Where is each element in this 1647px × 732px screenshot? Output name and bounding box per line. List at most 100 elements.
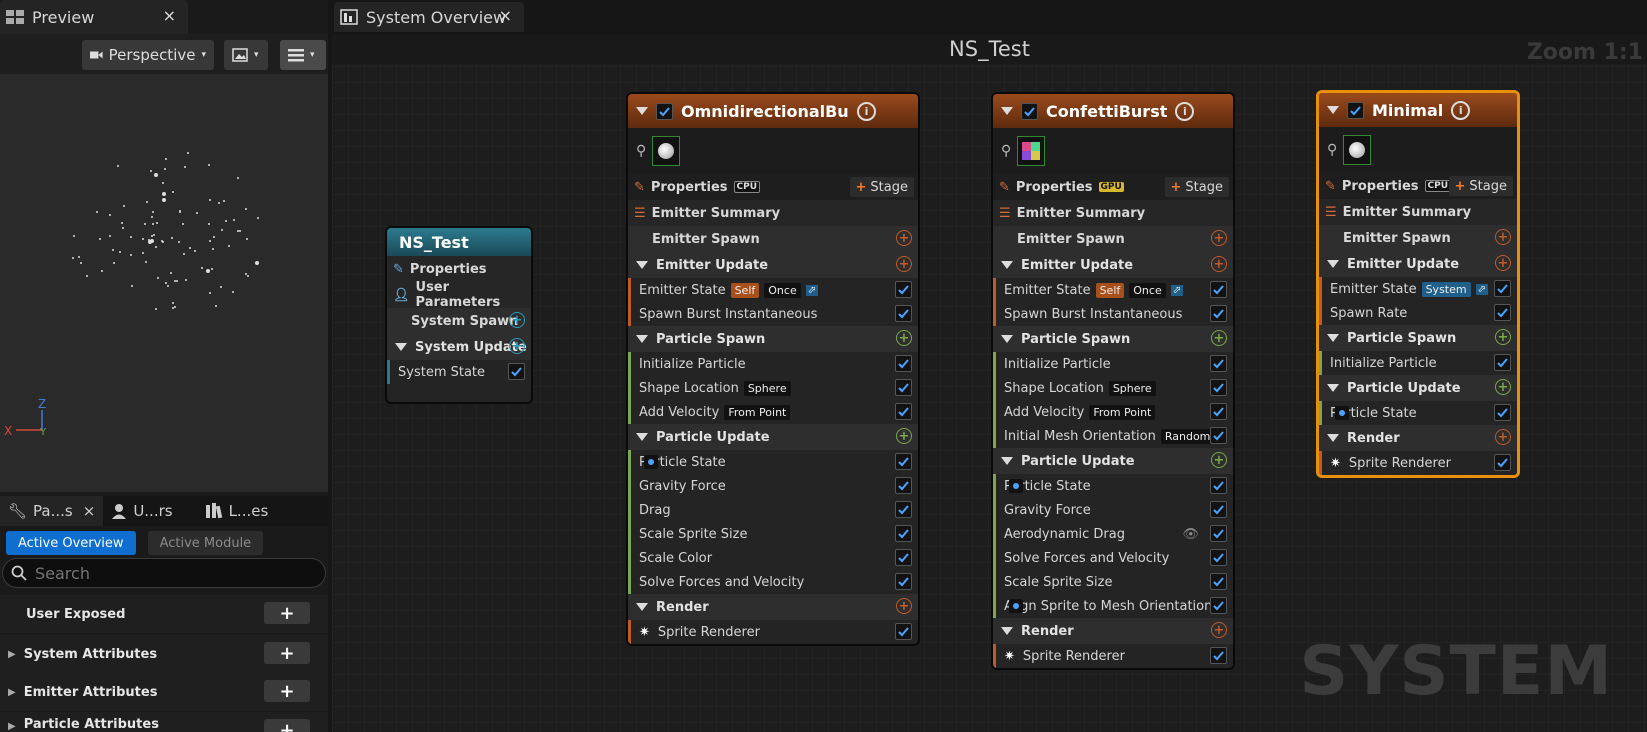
- enable-checkbox[interactable]: [895, 379, 912, 396]
- emitter-header[interactable]: OmnidirectionalBurst i: [628, 94, 918, 128]
- curve-icon[interactable]: ⬀: [1170, 284, 1184, 296]
- enable-checkbox[interactable]: [1494, 404, 1511, 421]
- particle-attributes-row[interactable]: ▶ Particle Attributes +: [0, 712, 328, 732]
- collapse-icon[interactable]: [395, 343, 407, 351]
- add-module-icon[interactable]: +: [1495, 329, 1511, 345]
- enable-checkbox[interactable]: [1210, 525, 1227, 542]
- module-particle-spawn[interactable]: Initialize Particle: [628, 352, 918, 376]
- expand-icon[interactable]: ▶: [8, 721, 16, 732]
- add-module-icon[interactable]: +: [896, 330, 912, 346]
- emitter-header[interactable]: Minimal i: [1319, 93, 1517, 127]
- emitter-spawn-section[interactable]: Emitter Spawn +: [993, 226, 1233, 252]
- enable-checkbox[interactable]: [1210, 573, 1227, 590]
- close-icon[interactable]: ×: [499, 6, 512, 25]
- tab-users[interactable]: U...rs: [103, 496, 180, 526]
- enable-checkbox[interactable]: [895, 549, 912, 566]
- close-icon[interactable]: ×: [163, 6, 176, 25]
- emitter-header[interactable]: ConfettiBurst i: [993, 94, 1233, 128]
- enable-checkbox[interactable]: [1210, 477, 1227, 494]
- emitter-summary[interactable]: ☰ Emitter Summary: [1319, 199, 1517, 225]
- emitter-enable-checkbox[interactable]: [1021, 102, 1038, 120]
- add-stage-button[interactable]: + Stage: [849, 177, 914, 197]
- module-particle-spawn[interactable]: Shape Location Sphere: [993, 376, 1233, 400]
- tab-parameters[interactable]: 🔧︎ Pa...s ×: [0, 496, 104, 526]
- system-attributes-row[interactable]: ▶ System Attributes +: [0, 635, 328, 673]
- emitter-update-section[interactable]: Emitter Update +: [993, 252, 1233, 278]
- enable-checkbox[interactable]: [895, 501, 912, 518]
- options-menu[interactable]: ▾: [280, 40, 326, 70]
- add-module-icon[interactable]: +: [1211, 622, 1227, 638]
- expand-icon[interactable]: ▶: [8, 649, 16, 660]
- collapse-icon[interactable]: [636, 261, 648, 269]
- add-stage-button[interactable]: + Stage: [1448, 176, 1513, 196]
- sprite-renderer[interactable]: ✷ Sprite Renderer: [993, 644, 1233, 668]
- add-module-icon[interactable]: +: [1211, 230, 1227, 246]
- module-particle-spawn[interactable]: Initial Mesh Orientation Random: [993, 424, 1233, 448]
- shape-tag[interactable]: Sphere: [743, 380, 791, 396]
- emitter-state-self[interactable]: Self: [1095, 282, 1125, 298]
- add-button[interactable]: +: [264, 680, 310, 702]
- module-particle-update[interactable]: Particle State: [628, 450, 918, 474]
- enable-checkbox[interactable]: [1494, 280, 1511, 297]
- add-module-icon[interactable]: +: [1211, 452, 1227, 468]
- add-module-icon[interactable]: +: [896, 428, 912, 444]
- enable-checkbox[interactable]: [1210, 597, 1227, 614]
- system-node[interactable]: NS_Test ✎ Properties 👤︎ User Parameters Sy…: [385, 226, 533, 404]
- emitter-state-once[interactable]: Once: [1129, 282, 1166, 298]
- add-module-icon[interactable]: +: [1211, 256, 1227, 272]
- add-module-icon[interactable]: +: [1211, 330, 1227, 346]
- render-section[interactable]: Render +: [628, 594, 918, 620]
- emitter-enable-checkbox[interactable]: [1347, 101, 1364, 119]
- particle-spawn-section[interactable]: Particle Spawn +: [993, 326, 1233, 352]
- system-node-header[interactable]: NS_Test: [387, 228, 531, 256]
- particle-spawn-section[interactable]: Particle Spawn +: [1319, 325, 1517, 351]
- particle-update-section[interactable]: Particle Update +: [628, 424, 918, 450]
- add-button[interactable]: +: [264, 719, 310, 732]
- emitter-state-once[interactable]: Once: [764, 282, 801, 298]
- emitter-update-section[interactable]: Emitter Update +: [628, 252, 918, 278]
- collapse-icon[interactable]: [1001, 261, 1013, 269]
- module-particle-spawn[interactable]: Initialize Particle: [1319, 351, 1517, 375]
- enable-checkbox[interactable]: [1210, 379, 1227, 396]
- enable-checkbox[interactable]: [1210, 403, 1227, 420]
- emitter-state-system[interactable]: System: [1421, 281, 1471, 297]
- collapse-icon[interactable]: [1327, 260, 1339, 268]
- system-overview-tab[interactable]: System Overview ×: [334, 2, 524, 32]
- module-emitter-spawn[interactable]: Spawn Burst Instantaneous: [993, 302, 1233, 326]
- collapse-icon[interactable]: [1001, 627, 1013, 635]
- collapse-icon[interactable]: [1327, 106, 1339, 114]
- emitter-node-omni[interactable]: OmnidirectionalBursti⚲✎PropertiesCPU+Sta…: [626, 92, 920, 646]
- info-icon[interactable]: i: [1451, 100, 1471, 120]
- add-module-icon[interactable]: +: [1495, 379, 1511, 395]
- particle-spawn-section[interactable]: Particle Spawn +: [628, 326, 918, 352]
- module-particle-spawn[interactable]: Add Velocity From Point: [993, 400, 1233, 424]
- module-emitter-spawn[interactable]: Spawn Burst Instantaneous: [628, 302, 918, 326]
- module-particle-spawn[interactable]: Initialize Particle: [993, 352, 1233, 376]
- tab-library[interactable]: L...es: [197, 496, 277, 526]
- collapse-icon[interactable]: [1001, 457, 1013, 465]
- collapse-icon[interactable]: [1327, 384, 1339, 392]
- add-module-icon[interactable]: +: [1495, 429, 1511, 445]
- module-particle-update[interactable]: Gravity Force: [993, 498, 1233, 522]
- enable-checkbox[interactable]: [895, 355, 912, 372]
- search-input[interactable]: [35, 563, 295, 583]
- collapse-icon[interactable]: [1001, 335, 1013, 343]
- add-module-icon[interactable]: +: [1495, 229, 1511, 245]
- user-parameters[interactable]: 👤︎ User Parameters: [387, 280, 531, 310]
- system-spawn-section[interactable]: System Spawn +: [387, 308, 531, 334]
- sprite-renderer[interactable]: ✷ Sprite Renderer: [1319, 451, 1517, 475]
- eye-icon[interactable]: 👁︎: [1182, 527, 1199, 542]
- enable-checkbox[interactable]: [895, 305, 912, 322]
- module-particle-update[interactable]: Scale Color: [628, 546, 918, 570]
- emitter-enable-checkbox[interactable]: [656, 102, 673, 120]
- enable-checkbox[interactable]: [895, 477, 912, 494]
- collapse-icon[interactable]: [636, 335, 648, 343]
- module-particle-update[interactable]: Solve Forces and Velocity: [628, 570, 918, 594]
- velocity-tag[interactable]: From Point: [1089, 404, 1156, 420]
- emitter-summary[interactable]: ☰ Emitter Summary: [993, 200, 1233, 226]
- add-module-icon[interactable]: +: [896, 598, 912, 614]
- expand-icon[interactable]: ▶: [8, 687, 16, 698]
- module-particle-update[interactable]: Particle State: [1319, 401, 1517, 425]
- module-particle-update[interactable]: Particle State: [993, 474, 1233, 498]
- enable-checkbox[interactable]: [895, 525, 912, 542]
